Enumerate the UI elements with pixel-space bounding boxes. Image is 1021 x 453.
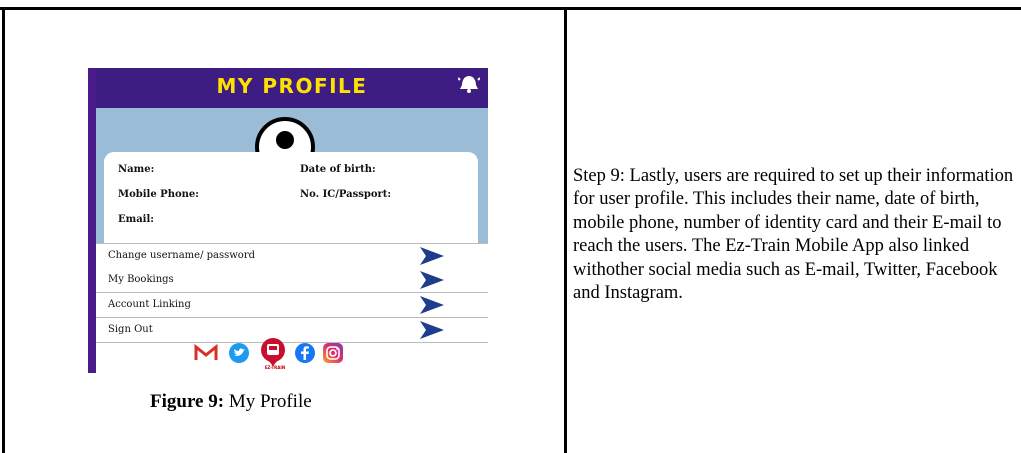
profile-screenshot: MY PROFILE Name: Date of birth: Mobile P…: [88, 68, 488, 373]
menu-item-label: Account Linking: [108, 299, 191, 310]
chevron-right-icon: [420, 321, 444, 339]
menu-item-change-password[interactable]: Change username/ password: [96, 243, 488, 269]
instagram-icon[interactable]: [322, 342, 344, 364]
chevron-right-icon: [420, 296, 444, 314]
twitter-icon[interactable]: [228, 342, 250, 364]
social-links-row: EZ-TRAIN: [88, 338, 488, 373]
menu-item-label: Sign Out: [108, 324, 153, 335]
facebook-icon[interactable]: [294, 342, 316, 364]
ez-train-logo-text: EZ-TRAIN: [264, 365, 286, 370]
table-top-border: [0, 7, 1021, 10]
chevron-right-icon: [420, 271, 444, 289]
name-label: Name:: [118, 164, 155, 175]
mobile-label: Mobile Phone:: [118, 189, 199, 200]
menu-item-label: Change username/ password: [108, 250, 256, 261]
menu-item-label: My Bookings: [108, 274, 174, 285]
page-title: MY PROFILE: [216, 74, 368, 98]
caption-label: Figure 9:: [150, 391, 225, 412]
step-description: Step 9: Lastly, users are required to se…: [573, 166, 1014, 304]
app-header: MY PROFILE: [96, 68, 488, 108]
figure-caption: Figure 9: My Profile: [150, 391, 312, 413]
menu-item-account-linking[interactable]: Account Linking: [96, 293, 488, 318]
dob-label: Date of birth:: [300, 164, 376, 175]
chevron-right-icon: [420, 247, 444, 265]
sidebar-strip: [88, 68, 96, 373]
email-label: Email:: [118, 214, 154, 225]
bell-icon[interactable]: [458, 74, 480, 94]
caption-text: My Profile: [224, 391, 312, 412]
gmail-icon[interactable]: [194, 344, 218, 362]
table-left-border: [2, 7, 5, 453]
menu-item-my-bookings[interactable]: My Bookings: [96, 268, 488, 293]
ic-passport-label: No. IC/Passport:: [300, 189, 392, 200]
table-divider: [564, 7, 567, 453]
